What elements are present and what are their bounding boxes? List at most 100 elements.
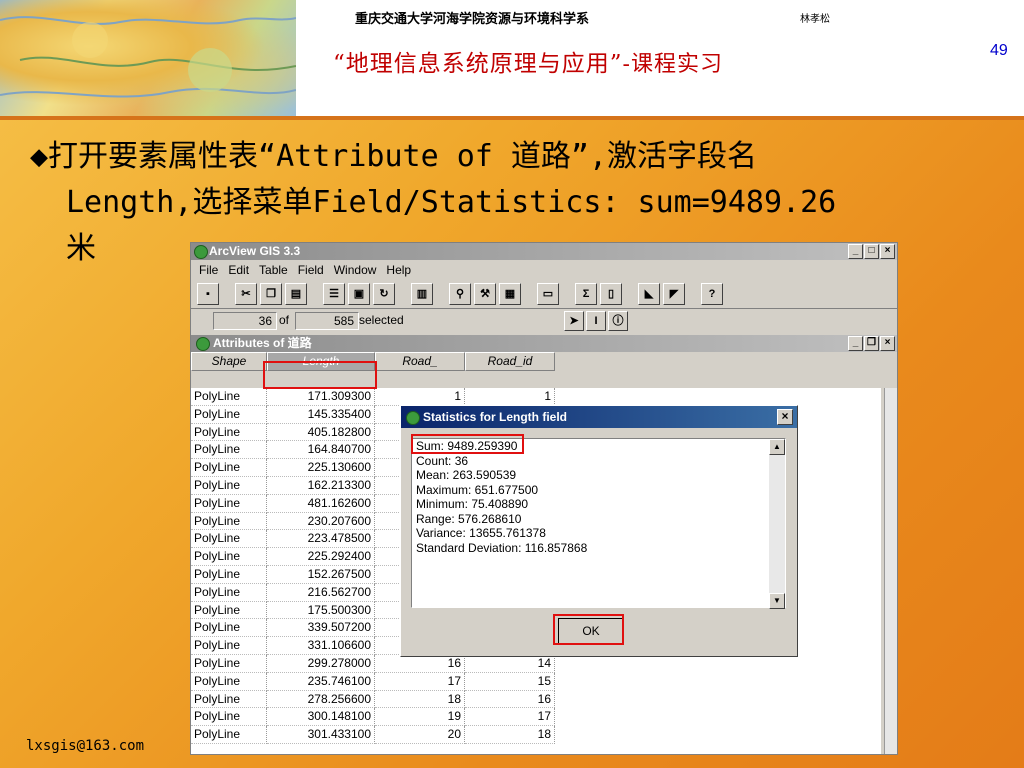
cell-road[interactable]: 20 [375, 726, 465, 744]
menu-help[interactable]: Help [386, 260, 411, 280]
cell-length[interactable]: 223.478500 [267, 530, 375, 549]
calculate-icon[interactable]: ▯ [600, 283, 622, 305]
cell-road-id[interactable]: 14 [465, 654, 555, 673]
cell-length[interactable]: 216.562700 [267, 583, 375, 602]
menu-table[interactable]: Table [259, 260, 288, 280]
menu-edit[interactable]: Edit [228, 260, 249, 280]
scroll-down-icon[interactable]: ▼ [769, 593, 785, 609]
summarize-icon[interactable]: Σ [575, 283, 597, 305]
cell-road[interactable]: 18 [375, 690, 465, 709]
edit-table-icon[interactable]: ▣ [348, 283, 370, 305]
chart-icon[interactable]: ▥ [411, 283, 433, 305]
table-row[interactable]: PolyLine 299.278000 16 14 [191, 654, 881, 673]
cell-road[interactable]: 17 [375, 672, 465, 691]
cell-shape[interactable]: PolyLine [191, 690, 267, 709]
cell-length[interactable]: 152.267500 [267, 565, 375, 584]
cell-length[interactable]: 230.207600 [267, 512, 375, 531]
cell-shape[interactable]: PolyLine [191, 476, 267, 495]
sort-descending-icon[interactable]: ◤ [663, 283, 685, 305]
table-minimize-button[interactable]: _ [848, 336, 863, 351]
close-button[interactable]: × [880, 244, 895, 259]
query-builder-icon[interactable]: ⚒ [474, 283, 496, 305]
cell-length[interactable]: 301.433100 [267, 726, 375, 744]
pointer-icon[interactable]: ➤ [564, 311, 584, 331]
table-row[interactable]: PolyLine 278.256600 18 16 [191, 690, 881, 709]
cell-length[interactable]: 278.256600 [267, 690, 375, 709]
cell-shape[interactable]: PolyLine [191, 726, 267, 744]
cell-length[interactable]: 300.148100 [267, 708, 375, 727]
table-row[interactable]: PolyLine 235.746100 17 15 [191, 672, 881, 691]
cell-road-id[interactable]: 15 [465, 672, 555, 691]
cell-length[interactable]: 339.507200 [267, 619, 375, 638]
cell-length[interactable]: 162.213300 [267, 476, 375, 495]
table-properties-icon[interactable]: ☰ [323, 283, 345, 305]
scroll-up-icon[interactable]: ▲ [769, 439, 785, 455]
table-row[interactable]: PolyLine 300.148100 19 17 [191, 708, 881, 727]
cell-shape[interactable]: PolyLine [191, 512, 267, 531]
cell-shape[interactable]: PolyLine [191, 601, 267, 620]
cell-road[interactable]: 16 [375, 654, 465, 673]
cell-length[interactable]: 175.500300 [267, 601, 375, 620]
dialog-close-button[interactable]: × [777, 409, 793, 425]
cell-length[interactable]: 171.309300 [267, 388, 375, 406]
maximize-button[interactable]: □ [864, 244, 879, 259]
cell-shape[interactable]: PolyLine [191, 583, 267, 602]
cell-shape[interactable]: PolyLine [191, 619, 267, 638]
cell-shape[interactable]: PolyLine [191, 530, 267, 549]
menu-file[interactable]: File [199, 260, 218, 280]
cell-shape[interactable]: PolyLine [191, 441, 267, 460]
menu-field[interactable]: Field [298, 260, 324, 280]
table-row[interactable]: PolyLine 171.309300 1 1 [191, 388, 881, 406]
cell-shape[interactable]: PolyLine [191, 459, 267, 477]
menu-window[interactable]: Window [334, 260, 377, 280]
column-header-road-id[interactable]: Road_id [465, 352, 555, 371]
info-icon[interactable]: ⓘ [608, 311, 628, 331]
column-header-shape[interactable]: Shape [191, 352, 267, 371]
cell-shape[interactable]: PolyLine [191, 565, 267, 584]
cell-shape[interactable]: PolyLine [191, 494, 267, 513]
cell-length[interactable]: 225.130600 [267, 459, 375, 477]
cell-road-id[interactable]: 16 [465, 690, 555, 709]
cell-shape[interactable]: PolyLine [191, 637, 267, 655]
cell-length[interactable]: 405.182800 [267, 423, 375, 442]
cell-shape[interactable]: PolyLine [191, 654, 267, 673]
column-header-road[interactable]: Road_ [375, 352, 465, 371]
cell-shape[interactable]: PolyLine [191, 388, 267, 406]
cell-road[interactable]: 1 [375, 388, 465, 406]
cell-shape[interactable]: PolyLine [191, 405, 267, 424]
table-row[interactable]: PolyLine 301.433100 20 18 [191, 726, 881, 744]
promote-icon[interactable]: ▭ [537, 283, 559, 305]
select-all-icon[interactable]: ▦ [499, 283, 521, 305]
save-icon[interactable]: ▪ [197, 283, 219, 305]
refresh-icon[interactable]: ↻ [373, 283, 395, 305]
cell-length[interactable]: 481.162600 [267, 494, 375, 513]
cell-length[interactable]: 235.746100 [267, 672, 375, 691]
cell-length[interactable]: 331.106600 [267, 637, 375, 655]
sort-ascending-icon[interactable]: ◣ [638, 283, 660, 305]
find-icon[interactable]: ⚲ [449, 283, 471, 305]
table-close-button[interactable]: × [880, 336, 895, 351]
cell-length[interactable]: 225.292400 [267, 548, 375, 566]
cell-shape[interactable]: PolyLine [191, 548, 267, 566]
cut-icon[interactable]: ✂ [235, 283, 257, 305]
help-pointer-icon[interactable]: ? [701, 283, 723, 305]
cell-shape[interactable]: PolyLine [191, 423, 267, 442]
table-vertical-scrollbar[interactable] [884, 388, 897, 754]
copy-icon[interactable]: ❐ [260, 283, 282, 305]
statistics-scrollbar[interactable]: ▲ ▼ [769, 439, 785, 609]
cell-length[interactable]: 164.840700 [267, 441, 375, 460]
paste-icon[interactable]: ▤ [285, 283, 307, 305]
cell-shape[interactable]: PolyLine [191, 672, 267, 691]
edit-cursor-icon[interactable]: I [586, 311, 606, 331]
cell-length[interactable]: 145.335400 [267, 405, 375, 424]
minimize-button[interactable]: _ [848, 244, 863, 259]
cell-shape[interactable]: PolyLine [191, 708, 267, 727]
instruction-line-1: ◆打开要素属性表“Attribute of 道路”,激活字段名 [30, 139, 758, 174]
cell-road-id[interactable]: 18 [465, 726, 555, 744]
statistics-text-area[interactable]: Sum: 9489.259390 Count: 36 Mean: 263.59053… [411, 438, 786, 609]
cell-road[interactable]: 19 [375, 708, 465, 727]
cell-length[interactable]: 299.278000 [267, 654, 375, 673]
cell-road-id[interactable]: 1 [465, 388, 555, 406]
cell-road-id[interactable]: 17 [465, 708, 555, 727]
table-restore-button[interactable]: ❐ [864, 336, 879, 351]
